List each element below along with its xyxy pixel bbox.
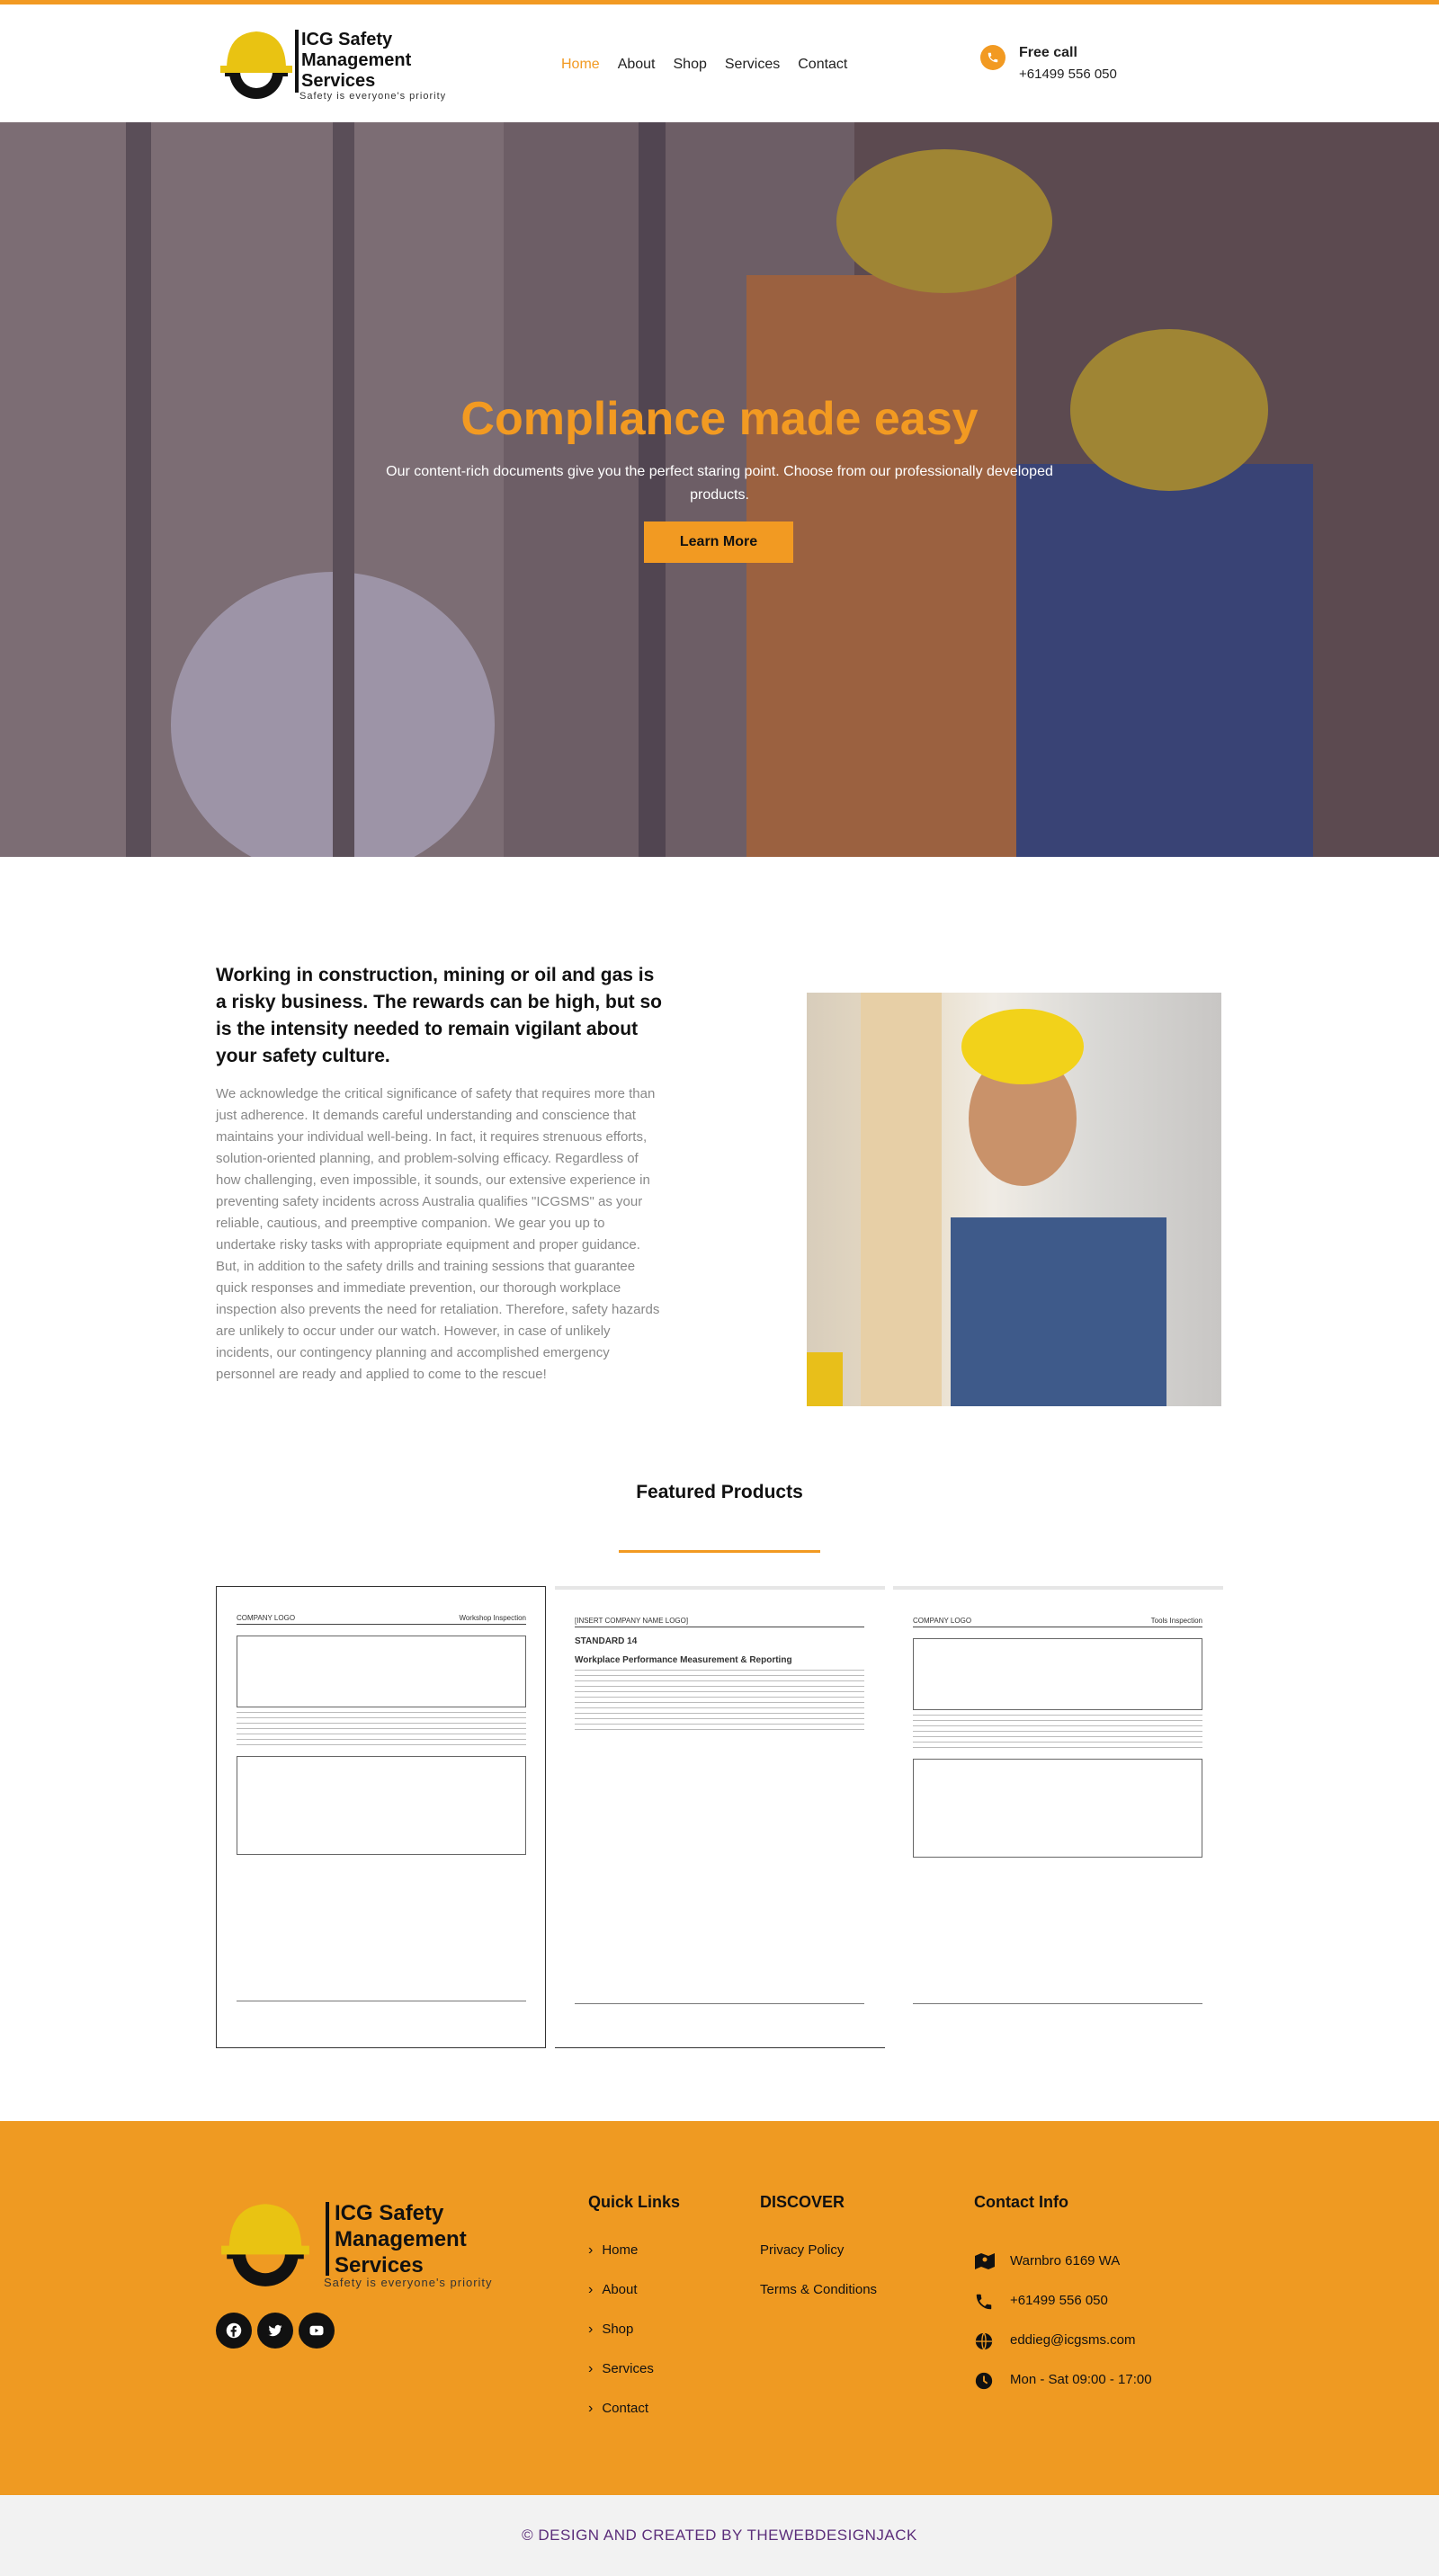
featured-underline (619, 1550, 820, 1553)
nav-services[interactable]: Services (725, 57, 780, 73)
footer-link-terms[interactable]: Terms & Conditions (760, 2281, 877, 2321)
footer-link-home[interactable]: Home (588, 2242, 654, 2281)
learn-more-button[interactable]: Learn More (644, 521, 793, 563)
document-preview: COMPANY LOGO Tools Inspection (913, 1617, 1202, 2004)
footer-link-about[interactable]: About (588, 2281, 654, 2321)
social-links (216, 2313, 335, 2349)
contact-email[interactable]: eddieg@icgsms.com (974, 2321, 1152, 2360)
contact-info-list: Warnbro 6169 WA +61499 556 050 eddieg@ic… (974, 2242, 1152, 2400)
footer-link-privacy[interactable]: Privacy Policy (760, 2242, 877, 2281)
map-icon (974, 2252, 997, 2270)
logo-divider (295, 30, 299, 93)
discover-title: DISCOVER (760, 2193, 845, 2211)
phone-icon (974, 2292, 997, 2310)
hero-banner: Compliance made easy Our content-rich do… (0, 122, 1439, 857)
footer-link-shop[interactable]: Shop (588, 2321, 654, 2360)
nav-about[interactable]: About (618, 57, 656, 73)
intro-heading: Working in construction, mining or oil a… (216, 965, 662, 1066)
document-preview: [INSERT COMPANY NAME LOGO] STANDARD 14 W… (575, 1617, 864, 2004)
footer-link-services[interactable]: Services (588, 2360, 654, 2400)
site-logo[interactable]: ICG Safety Management Services Safety is… (216, 22, 445, 108)
quick-links-title: Quick Links (588, 2193, 681, 2211)
copyright-bar: © DESIGN AND CREATED BY THEWEBDESIGNJACK (0, 2495, 1439, 2576)
free-call-number: +61499 556 050 (1019, 67, 1117, 82)
site-header: ICG Safety Management Services Safety is… (0, 4, 1439, 122)
featured-products-title: Featured Products (636, 1482, 803, 1502)
nav-shop[interactable]: Shop (674, 57, 707, 73)
facebook-icon[interactable] (216, 2313, 252, 2349)
footer-link-contact[interactable]: Contact (588, 2400, 654, 2439)
hero-title: Compliance made easy (460, 393, 979, 445)
site-footer: ICG Safety Management Services Safety is… (0, 2121, 1439, 2495)
hardhat-gear-logo-icon (220, 31, 292, 99)
clock-icon (974, 2371, 997, 2390)
quick-links-list: Home About Shop Services Contact (588, 2242, 654, 2439)
contact-phone[interactable]: +61499 556 050 (974, 2281, 1152, 2321)
twitter-icon[interactable] (257, 2313, 293, 2349)
worker-photo (807, 993, 1221, 1406)
free-call-title: Free call (1019, 45, 1077, 60)
product-card-standard-14[interactable]: [INSERT COMPANY NAME LOGO] STANDARD 14 W… (555, 1586, 885, 2048)
discover-list: Privacy Policy Terms & Conditions (760, 2242, 877, 2321)
hero-subtitle: Our content-rich documents give you the … (386, 464, 1053, 503)
phone-icon (980, 45, 1006, 70)
contact-info-title: Contact Info (974, 2193, 1068, 2211)
main-nav: Home About Shop Services Contact (561, 57, 865, 73)
contact-hours: Mon - Sat 09:00 - 17:00 (974, 2360, 1152, 2400)
product-card-workshop-inspection[interactable]: COMPANY LOGO Workshop Inspection (216, 1586, 546, 2048)
logo-wordmark: ICG Safety Management Services (301, 30, 412, 91)
intro-body: We acknowledge the critical significance… (216, 1086, 660, 1382)
nav-home[interactable]: Home (561, 57, 600, 73)
logo-tagline: Safety is everyone's priority (299, 91, 447, 102)
youtube-icon[interactable] (299, 2313, 335, 2349)
globe-icon (974, 2331, 997, 2350)
nav-contact[interactable]: Contact (798, 57, 847, 73)
footer-logo[interactable]: ICG Safety Management Services Safety is… (216, 2193, 492, 2292)
hardhat-gear-logo-icon (221, 2204, 309, 2286)
document-preview: COMPANY LOGO Workshop Inspection (237, 1614, 526, 2001)
product-card-tools-inspection[interactable]: COMPANY LOGO Tools Inspection (893, 1586, 1223, 2048)
contact-address: Warnbro 6169 WA (974, 2242, 1152, 2281)
